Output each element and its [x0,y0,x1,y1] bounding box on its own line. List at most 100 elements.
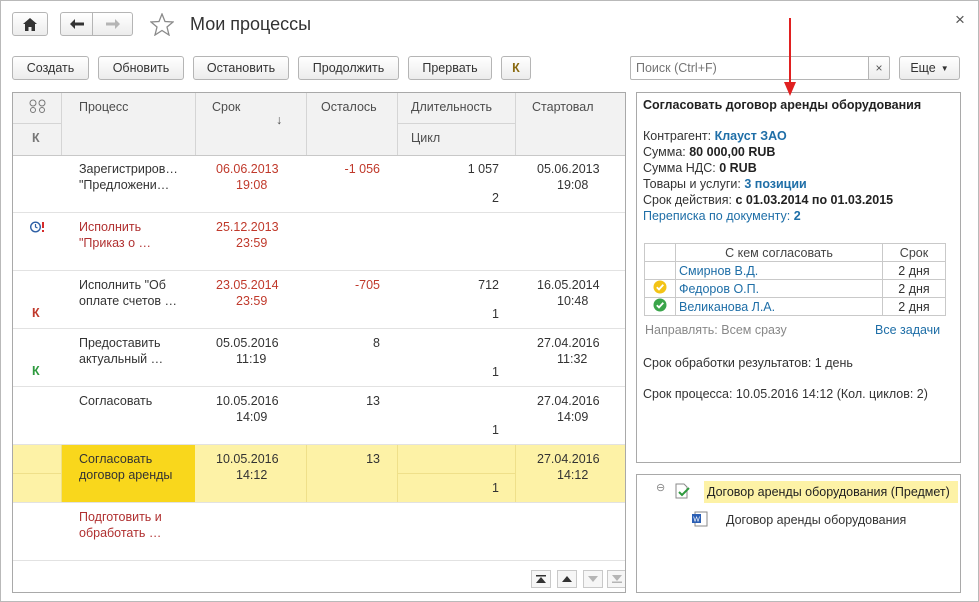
deadline-date: 10.05.2016 [216,394,279,408]
vat-value: 0 RUB [719,161,757,175]
started-date: 27.04.2016 [537,452,600,466]
goods-link[interactable]: 3 позиции [744,177,806,191]
started-time: 19:08 [557,178,589,192]
home-button[interactable] [12,12,48,36]
term-header: Срок [882,243,946,262]
table-row[interactable]: Зарегистриров… "Предложени… 06.06.2013 1… [13,155,625,213]
term-label: Срок действия: [643,193,732,207]
back-button[interactable] [60,12,93,36]
svg-text:W: W [693,517,700,524]
approver-row[interactable]: Смирнов В.Д. 2 дня [644,261,946,280]
deadline-time: 14:09 [236,410,268,424]
cycle-cell: 1 [492,481,499,495]
deadline-time: 19:08 [236,178,268,192]
column-line [397,93,398,155]
process-line-2: договор аренды [79,468,173,482]
remaining-column-header[interactable]: Осталось [321,100,377,114]
favorite-star-icon[interactable] [149,12,175,39]
process-line-1: Подготовить и [79,510,162,524]
stop-button[interactable]: Остановить [193,56,289,80]
process-line-2: оплате счетов … [79,294,178,308]
refresh-button[interactable]: Обновить [98,56,184,80]
started-time: 10:48 [557,294,589,308]
first-icon [536,575,546,583]
started-date: 27.04.2016 [537,336,600,350]
state-column-icon [29,99,47,116]
approver-name[interactable]: Федоров О.П. [675,279,883,298]
deadline-cell: 06.06.2013 19:08 [216,161,279,193]
scroll-up-button[interactable] [557,570,577,588]
scroll-last-button[interactable] [607,570,625,588]
column-line [515,445,516,502]
deadline-column-header[interactable]: Срок [212,100,240,114]
approved-status-icon [653,298,667,312]
started-time: 11:32 [557,352,588,366]
approver-status-header [644,243,676,262]
deadline-cell: 25.12.2013 23:59 [216,219,279,251]
duration-cell: 1 057 [467,162,499,176]
approver-row[interactable]: Федоров О.П. 2 дня [644,279,946,298]
deadline-date: 23.05.2014 [216,278,279,292]
process-column-header[interactable]: Процесс [79,100,128,114]
close-icon[interactable]: × [955,10,965,30]
process-cell: Исполнить "Приказ о … [79,219,151,251]
goods-label: Товары и услуги: [643,177,741,191]
table-row[interactable]: Согласовать 10.05.2016 14:09 13 1 27.04.… [13,387,625,445]
tree-root-item[interactable]: Договор аренды оборудования (Предмет) [704,481,958,503]
header-divider [397,123,515,124]
scroll-down-button[interactable] [583,570,603,588]
approver-name[interactable]: Смирнов В.Д. [675,261,883,280]
process-table[interactable]: К Процесс Срок ↓ Осталось Длительность Ц… [12,92,626,593]
process-line-1: Исполнить "Об [79,278,166,292]
deadline-cell: 10.05.2016 14:09 [216,393,279,425]
table-row[interactable]: Подготовить и обработать … [13,503,625,561]
counterparty-link[interactable]: Клауст ЗАО [715,129,787,143]
scroll-first-button[interactable] [531,570,551,588]
cycle-cell: 1 [492,365,499,379]
create-button[interactable]: Создать [12,56,89,80]
goods-line: Товары и услуги: 3 позиции [643,177,807,191]
tree-child-item[interactable]: Договор аренды оборудования [726,513,906,527]
sum-value: 80 000,00 RUB [689,145,776,159]
correspondence-label: Переписка по документу: [643,209,791,223]
started-column-header[interactable]: Стартовал [532,100,594,114]
last-icon [612,575,622,583]
approver-name[interactable]: Великанова Л.А. [675,297,883,316]
approver-term: 2 дня [882,261,946,280]
remaining-cell: 8 [373,336,380,350]
table-row[interactable]: Исполнить "Приказ о … 25.12.2013 23:59 [13,213,625,271]
table-row-selected[interactable]: Согласовать договор аренды 10.05.2016 14… [13,445,625,503]
approver-row[interactable]: Великанова Л.А. 2 дня [644,297,946,316]
all-tasks-link[interactable]: Все задачи [875,323,940,337]
table-row[interactable]: К Исполнить "Об оплате счетов … 23.05.20… [13,271,625,329]
more-label: Еще [910,61,936,75]
started-cell: 05.06.2013 19:08 [537,161,600,193]
search-clear-button[interactable]: × [868,56,890,80]
sum-line: Сумма: 80 000,00 RUB [643,145,775,159]
table-row[interactable]: К Предоставить актуальный … 05.05.2016 1… [13,329,625,387]
duration-column-header[interactable]: Длительность [411,100,492,114]
deadline-date: 25.12.2013 [216,220,279,234]
deadline-date: 05.05.2016 [216,336,279,350]
forward-button[interactable] [92,12,133,36]
search-input[interactable] [630,56,869,80]
k-column-header[interactable]: К [32,131,40,145]
sum-label: Сумма: [643,145,686,159]
tree-collapse-icon[interactable]: ⊖ [656,481,665,494]
approver-status [644,297,676,316]
clear-icon: × [875,61,883,75]
process-cell: Согласовать [79,393,152,409]
duration-cell: 712 [478,278,499,292]
cycle-cell: 1 [492,423,499,437]
process-line-1: Согласовать [79,452,153,466]
started-cell: 16.05.2014 10:48 [537,277,600,309]
cycle-column-header[interactable]: Цикл [411,131,440,145]
started-cell: 27.04.2016 11:32 [537,335,600,367]
abort-button[interactable]: Прервать [408,56,492,80]
counterparty-label: Контрагент: [643,129,712,143]
correspondence-link[interactable]: Переписка по документу: 2 [643,209,801,223]
more-button[interactable]: Еще ▼ [899,56,960,80]
continue-button[interactable]: Продолжить [298,56,399,80]
k-toggle-button[interactable]: К [501,56,531,80]
process-cell: Согласовать договор аренды [79,451,172,483]
